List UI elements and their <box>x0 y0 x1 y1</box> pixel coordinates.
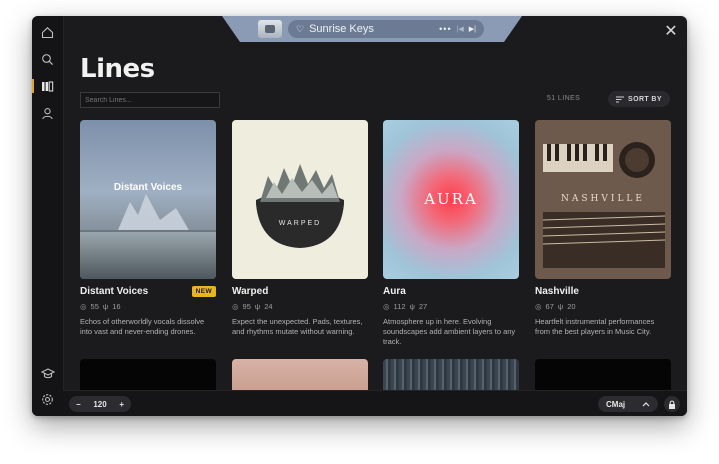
likes-icon: ψ <box>557 302 564 311</box>
more-icon[interactable]: ••• <box>439 24 451 34</box>
lock-icon[interactable] <box>664 396 680 412</box>
card-title: Nashville <box>535 286 579 297</box>
card-description: Atmosphere up in here. Evolving soundsca… <box>383 317 516 346</box>
plays-icon: ◎ <box>383 302 390 311</box>
decrease-bpm-icon[interactable]: − <box>76 400 81 409</box>
card-title-row: Nashville <box>535 286 671 297</box>
card-description: Echos of otherworldly vocals dissolve in… <box>80 317 205 336</box>
library-icon[interactable] <box>40 79 55 94</box>
chevron-up-icon <box>642 401 650 406</box>
track-thumbnail[interactable] <box>258 20 282 38</box>
card-title: Aura <box>383 286 406 297</box>
likes-count: 20 <box>567 302 576 311</box>
cover-art[interactable]: WARPED <box>232 120 368 279</box>
line-card-nashville[interactable]: NASHVILLE Nashville ◎ 67 ψ 20 Heartfelt … <box>535 120 671 337</box>
bpm-control[interactable]: − 120 + <box>69 396 131 412</box>
card-stats: ◎ 67 ψ 20 <box>535 302 671 311</box>
user-icon[interactable] <box>40 106 55 121</box>
plays-count: 55 <box>90 302 99 311</box>
settings-icon[interactable] <box>40 392 55 407</box>
lines-count: 51 LINES <box>547 95 581 102</box>
cover-art[interactable]: Distant Voices <box>80 120 216 279</box>
increase-bpm-icon[interactable]: + <box>119 400 124 409</box>
key-selector[interactable]: CMaj <box>598 396 658 412</box>
card-stats: ◎ 55 ψ 16 <box>80 302 216 311</box>
card-title: Warped <box>232 286 269 297</box>
cover-title: NASHVILLE <box>561 194 645 204</box>
card-description: Heartfelt instrumental performances from… <box>535 317 655 336</box>
cover-title: AURA <box>424 190 478 208</box>
player-bar: ♡ Sunrise Keys ••• |◀ ▶| <box>258 18 490 40</box>
line-card-distant-voices[interactable]: Distant Voices Distant Voices NEW ◎ 55 ψ… <box>80 120 216 337</box>
track-name: Sunrise Keys <box>309 23 374 35</box>
close-icon[interactable]: ✕ <box>663 24 679 40</box>
search-input[interactable] <box>80 92 220 108</box>
plays-count: 112 <box>393 302 406 311</box>
active-indicator <box>32 79 34 93</box>
likes-count: 16 <box>112 302 121 311</box>
card-title-row: Warped <box>232 286 368 297</box>
learn-icon[interactable] <box>40 366 55 381</box>
sort-button[interactable]: SORT BY <box>608 91 670 107</box>
home-icon[interactable] <box>40 25 55 40</box>
line-card-warped[interactable]: WARPED Warped ◎ 95 ψ 24 Expect the unexp… <box>232 120 368 337</box>
mountains-art <box>80 194 216 279</box>
likes-count: 27 <box>418 302 428 311</box>
cover-art[interactable]: AURA <box>383 120 519 279</box>
card-title-row: Distant Voices NEW <box>80 286 216 297</box>
card-stats: ◎ 112 ψ 27 <box>383 302 519 311</box>
likes-count: 24 <box>264 302 273 311</box>
bpm-value: 120 <box>93 399 107 409</box>
sort-label: SORT BY <box>628 95 662 103</box>
line-card-aura[interactable]: AURA Aura ◎ 112 ψ 27 Atmosphere up in he… <box>383 120 519 347</box>
card-stats: ◎ 95 ψ 24 <box>232 302 368 311</box>
next-icon[interactable]: ▶| <box>469 25 476 33</box>
page-title: Lines <box>80 54 155 84</box>
key-value: CMaj <box>606 399 626 409</box>
plays-count: 67 <box>545 302 554 311</box>
plays-icon: ◎ <box>535 302 542 311</box>
cover-art[interactable]: NASHVILLE <box>535 120 671 279</box>
heart-icon[interactable]: ♡ <box>296 24 304 35</box>
plays-icon: ◎ <box>80 302 87 311</box>
likes-icon: ψ <box>409 302 415 311</box>
plays-icon: ◎ <box>232 302 239 311</box>
app-window: ♡ Sunrise Keys ••• |◀ ▶| ✕ Lines 51 LINE… <box>32 16 687 416</box>
likes-icon: ψ <box>102 302 109 311</box>
previous-icon[interactable]: |◀ <box>457 25 464 33</box>
bottom-bar: − 120 + CMaj <box>63 390 687 416</box>
cover-title: WARPED <box>278 220 322 227</box>
left-rail <box>32 16 64 416</box>
new-badge: NEW <box>191 286 216 297</box>
card-description: Expect the unexpected. Pads, textures, a… <box>232 317 363 336</box>
plays-count: 95 <box>242 302 251 311</box>
track-pill[interactable]: ♡ Sunrise Keys ••• |◀ ▶| <box>288 20 484 38</box>
card-title-row: Aura <box>383 286 519 297</box>
bowl-art <box>256 164 344 248</box>
search-icon[interactable] <box>40 52 55 67</box>
sort-icon <box>616 96 625 102</box>
likes-icon: ψ <box>254 302 261 311</box>
card-title: Distant Voices <box>80 286 149 297</box>
cover-title: Distant Voices <box>113 182 183 193</box>
